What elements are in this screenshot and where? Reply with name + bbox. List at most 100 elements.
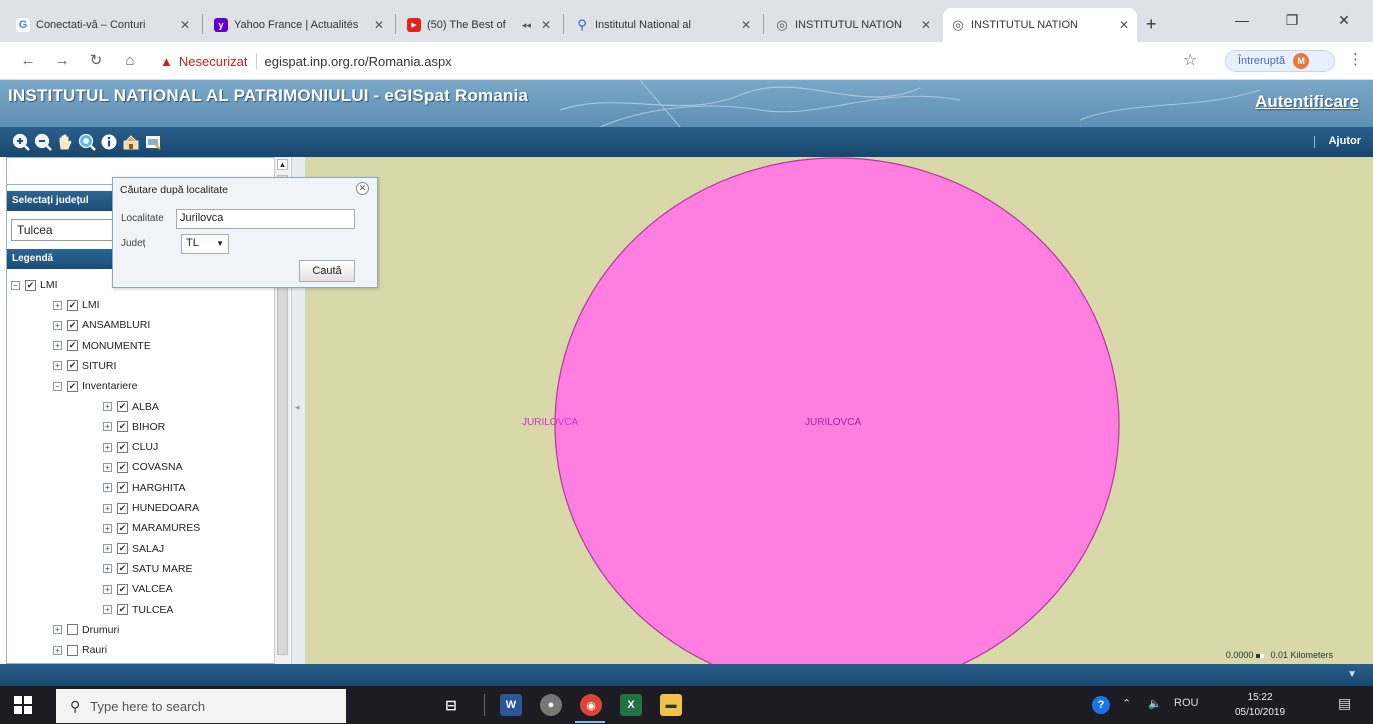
restore-icon[interactable]: ❐ — [1270, 6, 1314, 34]
tree-node[interactable]: + ✔ HARGHITA — [103, 479, 185, 497]
expand-icon[interactable]: + — [53, 645, 62, 655]
app-icon[interactable]: ● — [540, 694, 562, 716]
profile-button[interactable]: Întreruptă M — [1225, 50, 1335, 72]
expand-icon[interactable]: + — [53, 625, 62, 635]
expand-icon[interactable]: + — [103, 483, 112, 493]
zoom-in-icon[interactable] — [12, 133, 30, 151]
checkbox-checked[interactable]: ✔ — [67, 319, 78, 331]
tree-node[interactable]: + Rauri — [53, 641, 107, 659]
taskbar-clock[interactable]: 15:22 05/10/2019 — [1235, 690, 1285, 720]
checkbox-checked[interactable]: ✔ — [67, 299, 78, 311]
expand-icon[interactable]: + — [103, 422, 112, 432]
checkbox-unchecked[interactable] — [67, 624, 78, 636]
checkbox-checked[interactable]: ✔ — [117, 421, 128, 433]
browser-tab[interactable]: G Conectati-vă – Conturi ✕ — [8, 8, 198, 42]
search-locality-icon[interactable] — [122, 133, 140, 151]
help-link[interactable]: Ajutor — [1329, 135, 1361, 147]
close-tab-icon[interactable]: ✕ — [1119, 18, 1129, 32]
checkbox-checked[interactable]: ✔ — [67, 340, 78, 352]
map-view[interactable]: JURILOVCA JURILOVCA 0.0000 0.01 Kilomete… — [305, 157, 1373, 664]
collapse-panel-icon[interactable]: ◂ — [295, 402, 300, 413]
word-icon[interactable]: W — [500, 694, 522, 716]
collapse-icon[interactable]: − — [53, 381, 62, 391]
browser-tab[interactable]: ▶ (50) The Best of ◂◂ ✕ — [399, 8, 559, 42]
locality-input[interactable]: Jurilovca — [176, 209, 355, 229]
zoom-out-icon[interactable] — [34, 133, 52, 151]
tree-node[interactable]: + ✔ SALAJ — [103, 540, 164, 558]
close-tab-icon[interactable]: ✕ — [921, 18, 931, 32]
task-view-icon[interactable]: ⊟ — [440, 694, 462, 716]
expand-icon[interactable]: + — [103, 544, 112, 554]
minimize-icon[interactable]: — — [1220, 6, 1264, 34]
tree-node[interactable]: + ✔ CLUJ — [103, 438, 158, 456]
tree-node[interactable]: + ✔ COVASNA — [103, 458, 183, 476]
county-code-select[interactable]: TL ▼ — [181, 234, 229, 254]
close-icon[interactable]: ✕ — [356, 182, 369, 195]
home-icon[interactable]: ⌂ — [120, 51, 140, 71]
tree-node[interactable]: + ✔ ALBA — [103, 398, 159, 416]
expand-icon[interactable]: + — [53, 341, 62, 351]
county-select[interactable]: Tulcea — [11, 219, 121, 241]
expand-icon[interactable]: + — [103, 605, 112, 614]
expand-icon[interactable]: + — [103, 523, 112, 533]
close-tab-icon[interactable]: ✕ — [541, 18, 551, 32]
expand-icon[interactable]: + — [103, 564, 112, 574]
file-explorer-icon[interactable]: ▬ — [660, 694, 682, 716]
tree-node[interactable]: + ✔ SITURI — [53, 357, 116, 375]
browser-tab[interactable]: y Yahoo France | Actualités ✕ — [206, 8, 392, 42]
windows-start-icon[interactable] — [14, 696, 32, 714]
excel-icon[interactable]: X — [620, 694, 642, 716]
tree-node[interactable]: − ✔ Inventariere — [53, 377, 137, 395]
chevron-up-icon[interactable]: ⌃ — [1122, 697, 1131, 710]
checkbox-checked[interactable]: ✔ — [25, 279, 36, 291]
back-icon[interactable]: ← — [18, 51, 38, 71]
expand-icon[interactable]: + — [103, 402, 112, 411]
browser-tab-active[interactable]: ◎ INSTITUTUL NATION ✕ — [943, 8, 1137, 42]
expand-icon[interactable]: + — [103, 462, 112, 472]
checkbox-checked[interactable]: ✔ — [117, 543, 128, 555]
expand-icon[interactable]: + — [103, 442, 112, 452]
browser-tab[interactable]: ◎ INSTITUTUL NATION ✕ — [767, 8, 939, 42]
browser-tab[interactable]: ⚲ Institutul National al ✕ — [567, 8, 759, 42]
expand-icon[interactable]: + — [53, 320, 62, 330]
language-indicator[interactable]: ROU — [1174, 697, 1198, 709]
tree-node-root[interactable]: − ✔ LMI — [11, 276, 58, 294]
tree-node[interactable]: + ✔ MARAMURES — [103, 519, 200, 537]
security-label[interactable]: Nesecurizat — [179, 54, 248, 69]
tree-node[interactable]: + Drumuri — [53, 621, 119, 639]
tree-node[interactable]: + ✔ HUNEDOARA — [103, 499, 199, 517]
expand-icon[interactable]: + — [103, 584, 112, 594]
close-tab-icon[interactable]: ✕ — [374, 18, 384, 32]
checkbox-checked[interactable]: ✔ — [117, 482, 128, 494]
tree-node[interactable]: + ✔ VALCEA — [103, 580, 173, 598]
bookmark-star-icon[interactable]: ☆ — [1183, 50, 1197, 70]
volume-icon[interactable]: 🔈 — [1148, 697, 1162, 710]
new-tab-icon[interactable]: + — [1146, 14, 1157, 35]
tree-node[interactable]: + ✔ MONUMENTE — [53, 337, 151, 355]
map-canvas[interactable] — [305, 157, 1373, 664]
search-button[interactable]: Caută — [299, 260, 355, 282]
forward-icon[interactable]: → — [52, 51, 72, 71]
expand-icon[interactable]: + — [53, 361, 62, 371]
checkbox-checked[interactable]: ✔ — [117, 441, 128, 453]
checkbox-unchecked[interactable] — [67, 644, 78, 656]
help-tray-icon[interactable]: ? — [1092, 696, 1110, 714]
checkbox-checked[interactable]: ✔ — [117, 604, 128, 615]
checkbox-checked[interactable]: ✔ — [117, 563, 128, 575]
checkbox-checked[interactable]: ✔ — [117, 461, 128, 473]
collapse-icon[interactable]: − — [11, 280, 20, 290]
checkbox-checked[interactable]: ✔ — [67, 360, 78, 372]
tree-node[interactable]: + ✔ SATU MARE — [103, 560, 192, 578]
taskbar-search-input[interactable]: ⚲ Type here to search — [56, 689, 346, 723]
checkbox-checked[interactable]: ✔ — [67, 380, 78, 392]
tree-node[interactable]: + ✔ TULCEA — [103, 601, 173, 619]
zoom-extent-icon[interactable] — [78, 133, 96, 151]
checkbox-checked[interactable]: ✔ — [117, 502, 128, 514]
tree-node[interactable]: + ✔ BIHOR — [103, 418, 165, 436]
pan-hand-icon[interactable] — [56, 133, 74, 151]
close-tab-icon[interactable]: ✕ — [741, 18, 751, 32]
tree-node[interactable]: + ✔ LMI — [53, 296, 100, 314]
checkbox-checked[interactable]: ✔ — [117, 522, 128, 534]
login-link[interactable]: Autentificare — [1255, 92, 1359, 112]
expand-icon[interactable]: + — [103, 503, 112, 513]
